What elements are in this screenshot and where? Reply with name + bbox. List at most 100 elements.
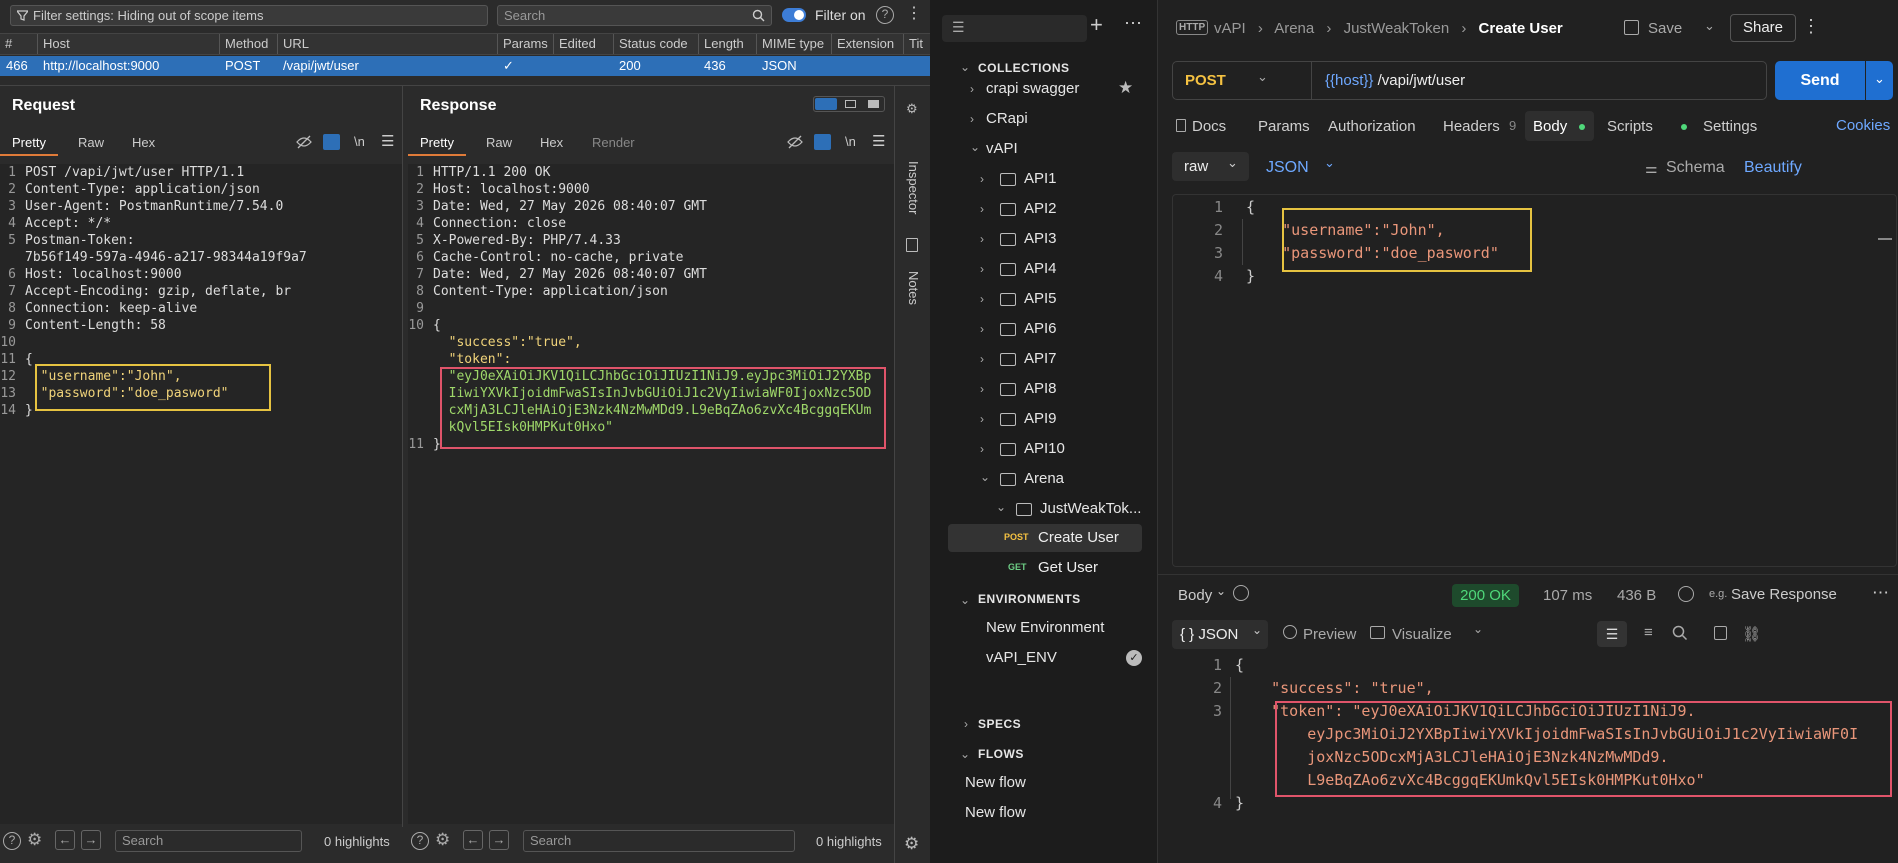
newline-toggle[interactable]: \n	[354, 134, 365, 149]
col-header-host[interactable]: Host	[37, 34, 219, 54]
col-header-extension[interactable]: Extension	[831, 34, 903, 54]
help-icon[interactable]: ?	[411, 832, 429, 850]
side-tab-inspector[interactable]: Inspector	[906, 161, 921, 214]
chevron-right-icon[interactable]: ›	[980, 442, 984, 456]
tab-scripts[interactable]: Scripts	[1607, 118, 1653, 135]
folder-item[interactable]: API6	[1024, 320, 1057, 337]
copy-icon[interactable]	[1714, 626, 1727, 640]
chevron-right-icon[interactable]: ›	[980, 292, 984, 306]
tab-pretty[interactable]: Pretty	[12, 135, 46, 150]
collection-crapi-swagger[interactable]: crapi swagger	[986, 80, 1079, 97]
chevron-right-icon[interactable]: ›	[980, 352, 984, 366]
settings-icon[interactable]: ⚙	[435, 830, 450, 850]
folder-item[interactable]: Arena	[1024, 470, 1064, 487]
tab-pretty[interactable]: Pretty	[420, 135, 454, 150]
save-button[interactable]: Save	[1648, 20, 1682, 37]
preview-button[interactable]: Preview	[1303, 626, 1356, 643]
table-row[interactable]: 466 http://localhost:9000 POST /vapi/jwt…	[0, 56, 930, 76]
folder-item[interactable]: API3	[1024, 230, 1057, 247]
star-icon[interactable]: ★	[1118, 78, 1133, 98]
newline-toggle[interactable]: \n	[845, 134, 856, 149]
folder-item[interactable]: API10	[1024, 440, 1065, 457]
filter-settings-bar[interactable]: Filter settings: Hiding out of scope ite…	[10, 5, 488, 26]
folder-item[interactable]: API9	[1024, 410, 1057, 427]
chevron-down-icon[interactable]: ⌄	[1257, 69, 1268, 85]
wrap-icon[interactable]	[814, 134, 831, 150]
menu-icon[interactable]: ☰	[872, 132, 885, 150]
tab-hex[interactable]: Hex	[540, 135, 563, 150]
tab-render[interactable]: Render	[592, 135, 635, 150]
col-header-edited[interactable]: Edited	[553, 34, 613, 54]
col-header-url[interactable]: URL	[277, 34, 497, 54]
response-search-input[interactable]: Search	[523, 830, 795, 852]
wrap-icon[interactable]	[323, 134, 340, 150]
response-editor[interactable]: 1 2 3 4 5 6 7 8 9 10 11 HTTP/1.1 200 OK Host: loca…	[408, 164, 894, 824]
body-mode-select[interactable]: raw ⌄	[1172, 152, 1249, 181]
visualize-button[interactable]: Visualize	[1392, 626, 1452, 643]
filter-icon[interactable]: ≡	[1644, 624, 1653, 641]
request-editor[interactable]: 12345 6 7 8 9 10 11 12 13 14 POST /vapi/jwt/user…	[0, 164, 402, 824]
chevron-right-icon[interactable]: ›	[970, 82, 974, 96]
chevron-right-icon[interactable]: ›	[980, 412, 984, 426]
flow-item[interactable]: New flow	[965, 804, 1026, 821]
chevron-right-icon[interactable]: ›	[970, 112, 974, 126]
chevron-down-icon[interactable]: ⌄	[960, 747, 970, 761]
chevron-down-icon[interactable]: ⌄	[1704, 18, 1715, 34]
proxy-search-input[interactable]: Search	[497, 5, 772, 26]
request-search-input[interactable]: Search	[115, 830, 302, 852]
col-header-mime[interactable]: MIME type	[756, 34, 831, 54]
folder-item[interactable]: JustWeakTok...	[1040, 500, 1141, 517]
response-body-select[interactable]: Body	[1178, 587, 1212, 604]
chevron-right-icon[interactable]: ›	[964, 717, 968, 731]
chevron-right-icon[interactable]: ›	[980, 172, 984, 186]
folder-item[interactable]: API1	[1024, 170, 1057, 187]
folder-item[interactable]: API5	[1024, 290, 1057, 307]
search-icon[interactable]	[1672, 625, 1688, 641]
url-input[interactable]: {{host}} /vapi/jwt/user	[1325, 72, 1465, 89]
tab-hex[interactable]: Hex	[132, 135, 155, 150]
chevron-down-icon[interactable]: ⌄	[960, 60, 970, 74]
inspector-icon[interactable]: ⚙	[906, 101, 918, 117]
chevron-down-icon[interactable]: ⌄	[970, 140, 980, 154]
folder-item[interactable]: API2	[1024, 200, 1057, 217]
more-options-icon[interactable]: ⋯	[1124, 13, 1142, 34]
chevron-down-icon[interactable]: ⌄	[960, 593, 970, 607]
hide-icon[interactable]	[296, 135, 312, 149]
chevron-down-icon[interactable]: ⌄	[996, 500, 1006, 514]
menu-icon[interactable]: ☰	[381, 132, 394, 150]
save-icon[interactable]	[1624, 20, 1639, 35]
tab-authorization[interactable]: Authorization	[1328, 118, 1416, 135]
tab-docs[interactable]: Docs	[1192, 118, 1226, 135]
help-icon[interactable]: ?	[3, 832, 21, 850]
layout-split-icon[interactable]	[815, 98, 837, 110]
send-button[interactable]: Send	[1775, 61, 1865, 100]
notes-icon[interactable]	[906, 238, 918, 252]
collection-vapi[interactable]: vAPI	[986, 140, 1018, 157]
request-body-editor[interactable]: 1234 { "username":"John", "password":"do…	[1172, 194, 1897, 567]
col-header-number[interactable]: #	[0, 34, 35, 54]
collection-crapi[interactable]: CRapi	[986, 110, 1028, 127]
tab-params[interactable]: Params	[1258, 118, 1310, 135]
tab-settings[interactable]: Settings	[1703, 118, 1757, 135]
chevron-down-icon[interactable]: ⌄	[1473, 622, 1483, 636]
share-button[interactable]: Share	[1730, 14, 1796, 42]
environment-new[interactable]: New Environment	[986, 619, 1104, 636]
wrap-lines-icon[interactable]: ☰	[1597, 621, 1627, 647]
method-select[interactable]: POST	[1185, 72, 1226, 89]
body-language-select[interactable]: JSON	[1266, 159, 1309, 177]
layout-toggle-group[interactable]	[813, 96, 885, 112]
environment-vapi-env[interactable]: vAPI_ENV	[986, 649, 1057, 666]
col-header-params[interactable]: Params	[497, 34, 553, 54]
folder-item[interactable]: API7	[1024, 350, 1057, 367]
more-options-icon[interactable]: ⋮	[906, 6, 922, 22]
layout-horizontal-icon[interactable]	[845, 100, 856, 108]
new-collection-icon[interactable]: +	[1090, 12, 1103, 38]
back-arrow-icon[interactable]: ←	[463, 830, 483, 850]
send-options-button[interactable]: ⌄	[1866, 61, 1893, 100]
forward-arrow-icon[interactable]: →	[489, 830, 509, 850]
col-header-title[interactable]: Tit	[903, 34, 930, 54]
tab-raw[interactable]: Raw	[486, 135, 512, 150]
request-item-get-user[interactable]: GET Get User	[948, 554, 1142, 582]
forward-arrow-icon[interactable]: →	[81, 830, 101, 850]
chevron-down-icon[interactable]: ⌄	[980, 470, 990, 484]
